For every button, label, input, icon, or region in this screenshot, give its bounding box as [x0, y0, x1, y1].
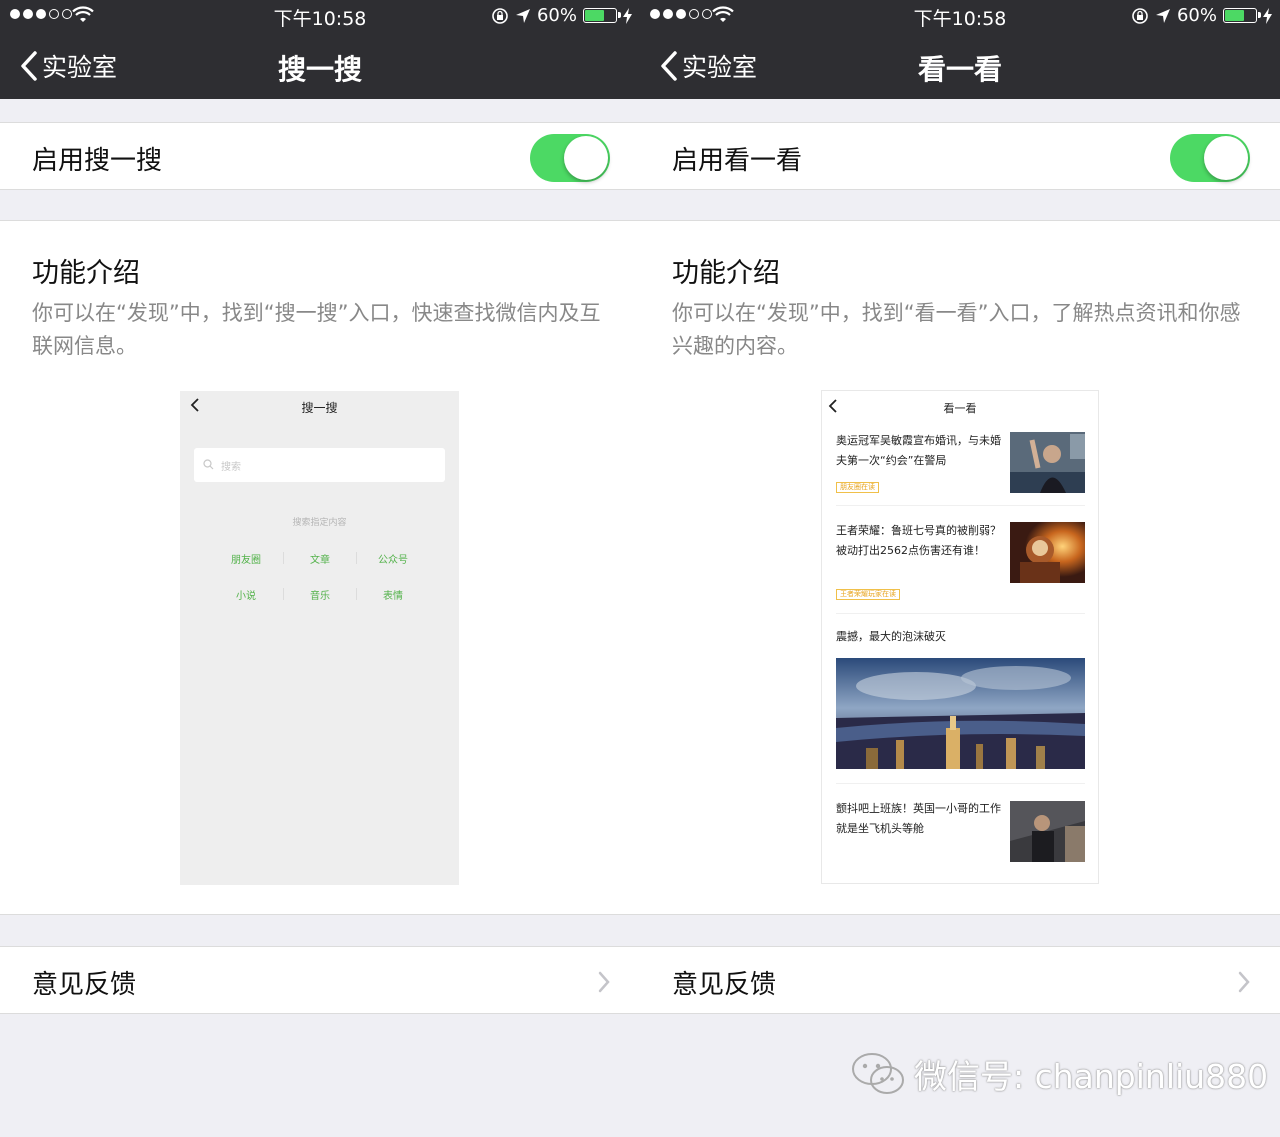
mock-search-box: 搜索 — [194, 448, 445, 482]
watermark-text: 微信号: chanpinliu880 — [914, 1057, 1269, 1096]
mock-category: 公众号 — [378, 555, 408, 566]
news-item-tag: 朋友圈在读 — [836, 482, 879, 493]
wechat-watermark: 微信号: chanpinliu880 — [850, 1050, 1268, 1098]
page-title: 看一看 — [917, 53, 1002, 86]
chevron-right-icon — [1238, 971, 1250, 993]
search-icon — [203, 459, 214, 470]
location-icon — [1155, 8, 1170, 23]
battery-percent: 60% — [536, 5, 577, 26]
battery-percent: 60% — [1176, 5, 1217, 26]
wechat-icon — [852, 1053, 904, 1094]
battery-icon — [583, 8, 621, 23]
status-bar: 下午10:58 60% — [0, 0, 640, 32]
enable-toggle[interactable] — [530, 134, 610, 182]
preview-image: 搜一搜 搜索 搜索指定内容 朋友圈 文章 公众号 小说 音乐 表情 — [180, 391, 459, 885]
intro-section: 功能介绍 你可以在“发现”中，找到“看一看”入口，了解热点资讯和你感兴趣的内容。… — [640, 220, 1280, 915]
mock-category: 音乐 — [310, 591, 330, 602]
status-bar: 下午10:58 60% — [640, 0, 1280, 32]
rotation-lock-icon — [1132, 7, 1148, 24]
nav-bar: 实验室 搜一搜 — [0, 32, 640, 99]
mock-category: 文章 — [310, 555, 330, 566]
mock-title: 看一看 — [943, 402, 977, 415]
screenshot-composite: 下午10:58 60% 实验室 搜一搜 启用搜一搜 功能介绍 你可以在“发现”中… — [0, 0, 1280, 1137]
enable-toggle[interactable] — [1170, 134, 1250, 182]
intro-section: 功能介绍 你可以在“发现”中，找到“搜一搜”入口，快速查找微信内及互联网信息。 … — [0, 220, 640, 915]
mock-category: 小说 — [236, 591, 256, 602]
intro-text: 你可以在“发现”中，找到“看一看”入口，了解热点资讯和你感兴趣的内容。 — [672, 301, 1241, 358]
news-item-title: 奥运冠军吴敏霞宣布婚讯，与未婚夫第一次“约会”在警局 — [836, 434, 1001, 467]
charging-icon — [1263, 7, 1272, 24]
rotation-lock-icon — [492, 7, 508, 24]
mock-search-placeholder: 搜索 — [221, 462, 241, 473]
enable-row: 启用看一看 — [640, 122, 1280, 190]
enable-label: 启用看一看 — [672, 146, 803, 176]
mock-title: 搜一搜 — [301, 401, 338, 415]
intro-heading: 功能介绍 — [672, 258, 780, 289]
location-icon — [515, 8, 530, 23]
search-lab-screen: 下午10:58 60% 实验室 搜一搜 启用搜一搜 功能介绍 你可以在“发现”中… — [0, 0, 640, 1015]
news-item-title: 王者荣耀：鲁班七号真的被削弱？被动打出2562点伤害还有谁！ — [836, 524, 1001, 557]
intro-heading: 功能介绍 — [32, 258, 140, 289]
news-item-title: 颤抖吧上班族！英国一小哥的工作就是坐飞机头等舱 — [836, 802, 1001, 835]
feedback-label: 意见反馈 — [32, 970, 137, 1000]
preview-image: 看一看 奥运冠军吴敏霞宣布婚讯，与未婚夫第一次“约会”在警局 朋友圈在读 王者荣… — [821, 390, 1099, 884]
enable-label: 启用搜一搜 — [32, 146, 163, 176]
mock-hint: 搜索指定内容 — [292, 518, 347, 528]
intro-text: 你可以在“发现”中，找到“搜一搜”入口，快速查找微信内及互联网信息。 — [32, 301, 601, 358]
news-thumb-swimmer — [1010, 432, 1085, 493]
feedback-row[interactable]: 意见反馈 — [640, 946, 1280, 1014]
enable-row: 启用搜一搜 — [0, 122, 640, 190]
mock-category: 朋友圈 — [231, 555, 261, 566]
charging-icon — [623, 7, 632, 24]
nav-bar: 实验室 看一看 — [640, 32, 1280, 99]
mock-category: 表情 — [383, 591, 403, 602]
chevron-right-icon — [598, 971, 610, 993]
news-thumb-game — [1010, 522, 1085, 583]
news-image-city — [836, 658, 1085, 769]
battery-icon — [1223, 8, 1261, 23]
news-item-title: 震撼，最大的泡沫破灭 — [836, 630, 946, 643]
feedback-label: 意见反馈 — [672, 970, 777, 1000]
news-item-tag: 王者荣耀玩家在读 — [836, 589, 900, 600]
page-title: 搜一搜 — [277, 53, 362, 86]
feedback-row[interactable]: 意见反馈 — [0, 946, 640, 1014]
news-thumb-plane — [1010, 801, 1085, 862]
look-lab-screen: 下午10:58 60% 实验室 看一看 启用看一看 功能介绍 你可以在“发现”中… — [640, 0, 1280, 1015]
